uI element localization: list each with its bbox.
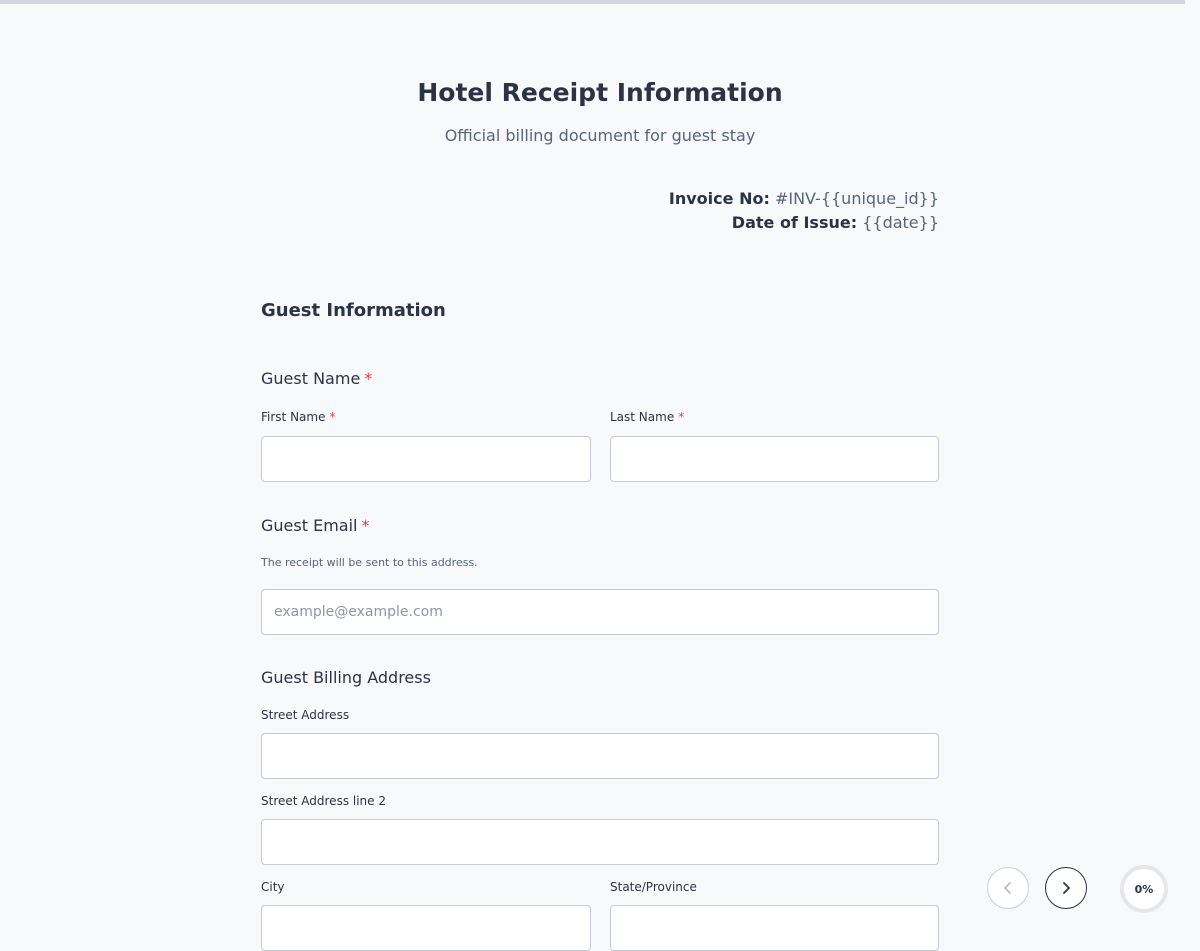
- required-asterisk: *: [361, 516, 370, 535]
- next-button[interactable]: [1045, 867, 1087, 909]
- street-address-2-input[interactable]: [261, 819, 939, 865]
- guest-email-input[interactable]: [261, 589, 939, 635]
- last-name-label: Last Name *: [610, 410, 684, 424]
- state-province-input[interactable]: [610, 905, 939, 951]
- first-name-label-text: First Name: [261, 410, 326, 424]
- guest-email-label: Guest Email *: [261, 516, 369, 535]
- guest-name-label-text: Guest Name: [261, 369, 361, 388]
- required-asterisk: *: [364, 369, 373, 388]
- progress-indicator: 0%: [1120, 865, 1168, 913]
- top-progress-bar: [0, 0, 1185, 4]
- required-asterisk: *: [678, 410, 685, 424]
- form-title: Hotel Receipt Information: [417, 78, 783, 107]
- city-input[interactable]: [261, 905, 591, 951]
- guest-email-label-text: Guest Email: [261, 516, 358, 535]
- section-title-guest-information: Guest Information: [261, 300, 446, 321]
- billing-address-label: Guest Billing Address: [261, 668, 431, 687]
- required-asterisk: *: [329, 410, 336, 424]
- date-of-issue-value: {{date}}: [862, 213, 939, 232]
- city-label: City: [261, 880, 285, 894]
- invoice-number-label: Invoice No:: [668, 189, 770, 208]
- guest-email-hint: The receipt will be sent to this address…: [261, 556, 478, 569]
- first-name-label: First Name *: [261, 410, 335, 424]
- date-of-issue: Date of Issue: {{date}}: [439, 213, 939, 232]
- previous-button[interactable]: [987, 867, 1029, 909]
- progress-text: 0%: [1134, 882, 1154, 896]
- invoice-number-value: #INV-{{unique_id}}: [774, 189, 939, 208]
- form-subtitle: Official billing document for guest stay: [444, 126, 756, 145]
- date-of-issue-label: Date of Issue:: [731, 213, 858, 232]
- invoice-number: Invoice No: #INV-{{unique_id}}: [439, 189, 939, 208]
- chevron-right-icon: [1063, 882, 1070, 894]
- state-province-label: State/Province: [610, 880, 697, 894]
- last-name-input[interactable]: [610, 436, 939, 482]
- last-name-label-text: Last Name: [610, 410, 675, 424]
- street-address-2-label: Street Address line 2: [261, 794, 386, 808]
- chevron-left-icon: [1004, 882, 1011, 894]
- first-name-input[interactable]: [261, 436, 591, 482]
- street-address-input[interactable]: [261, 733, 939, 779]
- street-address-label: Street Address: [261, 708, 350, 722]
- guest-name-label: Guest Name *: [261, 369, 372, 388]
